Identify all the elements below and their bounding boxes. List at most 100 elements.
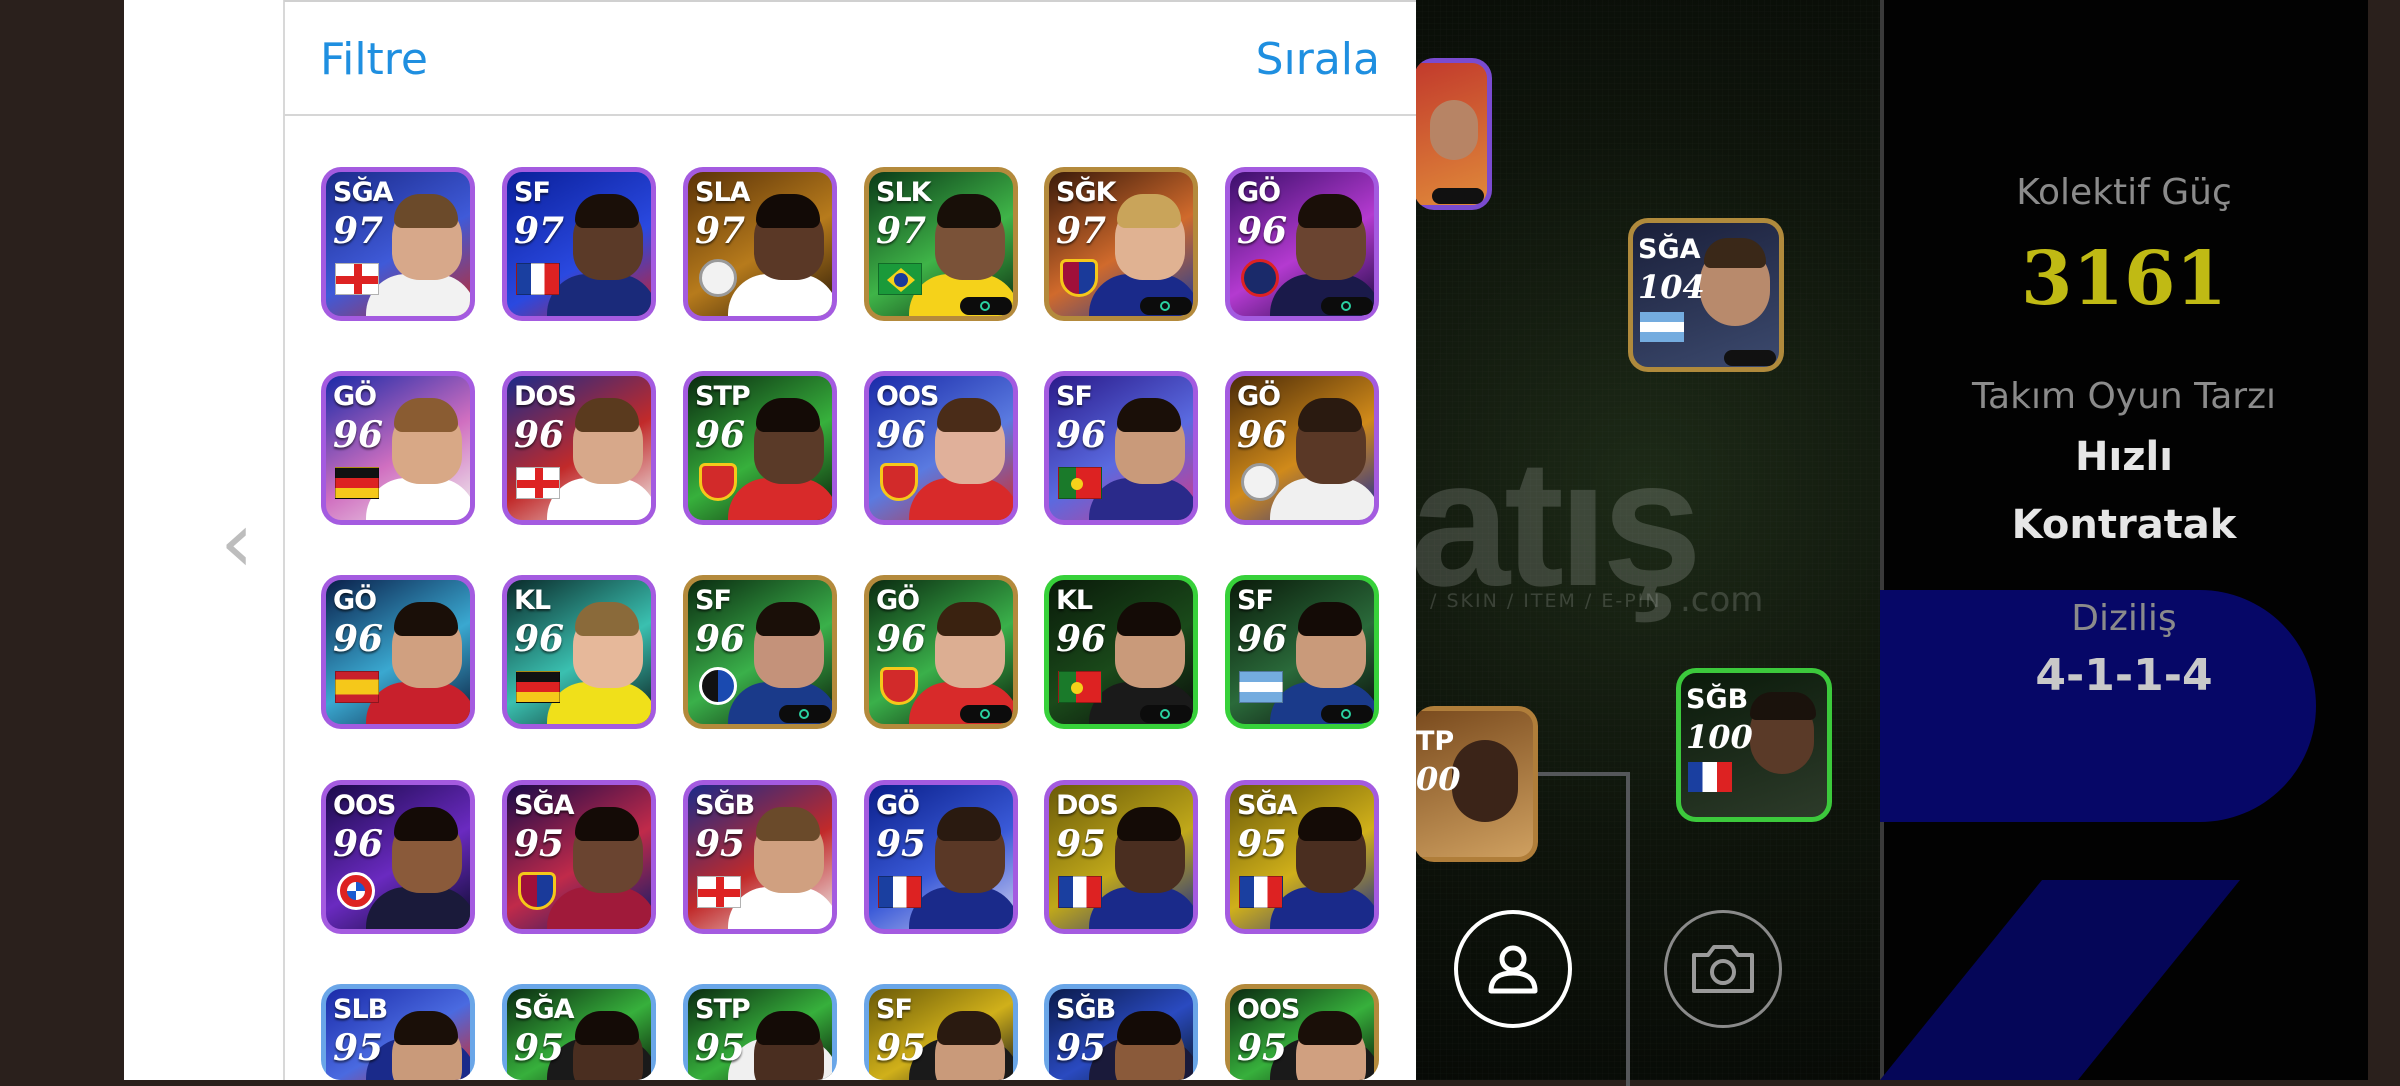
player-card[interactable]: SF 96 xyxy=(1044,371,1198,525)
card-skill-tag xyxy=(1321,705,1373,723)
player-card[interactable]: DOS 96 xyxy=(502,371,656,525)
modal-header: Filtre Sırala xyxy=(284,0,1416,116)
card-position: SĞB xyxy=(695,790,755,821)
player-card[interactable]: OOS 96 xyxy=(864,371,1018,525)
card-position: SF xyxy=(695,585,732,616)
card-position: SF xyxy=(1056,381,1093,412)
player-shirt xyxy=(366,274,470,316)
card-position: SĞA xyxy=(1237,790,1298,821)
player-card[interactable]: SF 95 xyxy=(864,984,1018,1080)
card-position: OOS xyxy=(333,790,396,821)
player-hair xyxy=(394,1011,458,1045)
player-card[interactable]: STP 95 xyxy=(683,984,837,1080)
player-card[interactable]: SF 96 xyxy=(1225,575,1379,729)
player-shirt xyxy=(1270,887,1374,929)
card-skill-tag xyxy=(779,705,831,723)
player-hair xyxy=(756,807,820,841)
card-position: SĞB xyxy=(1056,994,1116,1025)
card-rating: 96 xyxy=(333,414,384,456)
flag-portugal-icon xyxy=(1058,467,1102,499)
card-rating: 96 xyxy=(695,618,746,660)
card-rating: 96 xyxy=(1237,210,1288,252)
player-card[interactable]: SĞK 97 xyxy=(1044,167,1198,321)
player-card[interactable]: GÖ 96 xyxy=(864,575,1018,729)
player-card[interactable]: GÖ 95 xyxy=(864,780,1018,934)
flag-argentina-icon xyxy=(1239,671,1283,703)
card-rating: 96 xyxy=(514,618,565,660)
player-card[interactable]: GÖ 96 xyxy=(321,371,475,525)
player-card[interactable]: DOS 95 xyxy=(1044,780,1198,934)
player-card[interactable]: SĞB 95 xyxy=(1044,984,1198,1080)
player-hair xyxy=(1117,398,1181,432)
player-card[interactable]: SLA 97 xyxy=(683,167,837,321)
play-style-value-1: Hızlı xyxy=(2075,434,2173,480)
user-icon xyxy=(1488,945,1538,994)
card-position: SĞA xyxy=(514,994,575,1025)
player-card[interactable]: GÖ 96 xyxy=(1225,371,1379,525)
player-card[interactable]: SF 96 xyxy=(683,575,837,729)
player-shirt xyxy=(728,478,832,520)
arsenal-crest-icon xyxy=(880,667,918,705)
card-rating: 96 xyxy=(1056,414,1107,456)
card-rating: 95 xyxy=(695,1027,746,1069)
prev-page-arrow[interactable]: ‹ xyxy=(220,500,254,584)
player-hair xyxy=(756,398,820,432)
pitch-card-position: TP xyxy=(1416,726,1455,757)
card-position: SĞA xyxy=(514,790,575,821)
player-card[interactable]: SLK 97 xyxy=(864,167,1018,321)
player-card[interactable]: SĞB 95 xyxy=(683,780,837,934)
psg-crest-icon xyxy=(1241,259,1279,297)
card-position: SF xyxy=(514,177,551,208)
player-card[interactable]: OOS 96 xyxy=(321,780,475,934)
player-card[interactable]: GÖ 96 xyxy=(1225,167,1379,321)
card-position: GÖ xyxy=(876,585,920,616)
player-hair xyxy=(1117,194,1181,228)
barcelona-crest-icon xyxy=(518,872,556,910)
camera-icon xyxy=(1692,945,1754,993)
player-shirt xyxy=(547,478,651,520)
pitch-player-card-sga[interactable]: SĞA 104 xyxy=(1628,218,1784,372)
card-rating: 95 xyxy=(1237,1027,1288,1069)
player-card[interactable]: SLB 95 xyxy=(321,984,475,1080)
flag-france-icon xyxy=(516,263,560,295)
formation-value: 4-1-1-4 xyxy=(2035,650,2213,701)
player-card[interactable]: SĞA 95 xyxy=(1225,780,1379,934)
card-rating: 96 xyxy=(333,823,384,865)
card-position: GÖ xyxy=(876,790,920,821)
player-card[interactable]: SĞA 95 xyxy=(502,984,656,1080)
player-shirt xyxy=(1089,887,1193,929)
player-card[interactable]: SF 97 xyxy=(502,167,656,321)
card-position: SF xyxy=(876,994,913,1025)
player-hair xyxy=(575,398,639,432)
card-rating: 96 xyxy=(876,414,927,456)
card-position: DOS xyxy=(514,381,577,412)
camera-button[interactable] xyxy=(1664,910,1782,1028)
player-hair xyxy=(575,602,639,636)
player-card[interactable]: OOS 95 xyxy=(1225,984,1379,1080)
pitch-player-card-sgb[interactable]: SĞB 100 xyxy=(1676,668,1832,822)
arsenal-crest-icon xyxy=(699,463,737,501)
player-card[interactable]: GÖ 96 xyxy=(321,575,475,729)
filter-button[interactable]: Filtre xyxy=(320,34,428,85)
player-hair xyxy=(1298,1011,1362,1045)
card-rating: 97 xyxy=(876,210,927,252)
card-skill-tag xyxy=(1140,297,1192,315)
card-rating: 96 xyxy=(695,414,746,456)
player-card[interactable]: KL 96 xyxy=(1044,575,1198,729)
profile-button[interactable] xyxy=(1454,910,1572,1028)
pitch-player-card-tp-partial[interactable]: TP 00 xyxy=(1414,706,1538,862)
player-card[interactable]: KL 96 xyxy=(502,575,656,729)
sort-button[interactable]: Sırala xyxy=(1256,34,1380,85)
card-rating: 97 xyxy=(1056,210,1107,252)
player-shirt xyxy=(547,274,651,316)
player-card[interactable]: STP 96 xyxy=(683,371,837,525)
card-position: SF xyxy=(1237,585,1274,616)
player-hair xyxy=(1117,602,1181,636)
pitch-player-card-top-partial[interactable] xyxy=(1414,58,1492,210)
player-hair xyxy=(575,194,639,228)
card-rating: 97 xyxy=(695,210,746,252)
pitch-card-rating: 100 xyxy=(1686,718,1753,756)
player-card[interactable]: SĞA 97 xyxy=(321,167,475,321)
card-rating: 95 xyxy=(514,1027,565,1069)
player-card[interactable]: SĞA 95 xyxy=(502,780,656,934)
